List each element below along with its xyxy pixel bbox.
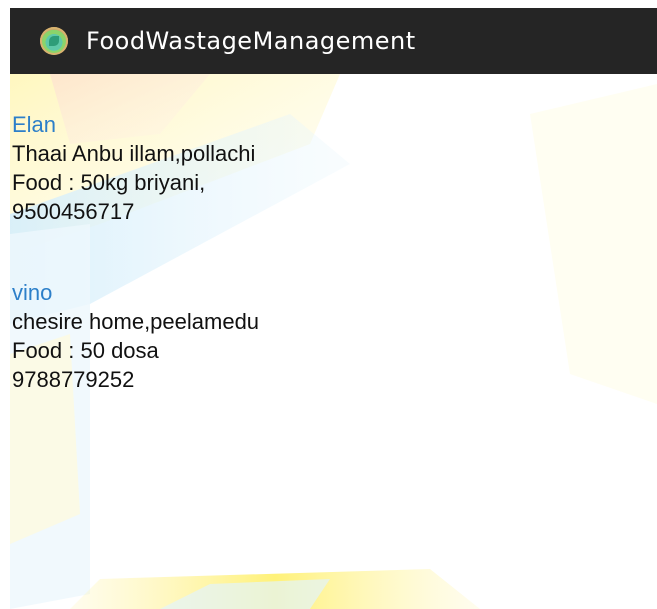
logo-leaf-icon bbox=[49, 36, 59, 46]
donor-address: chesire home,peelamedu bbox=[12, 309, 260, 334]
donation-entry[interactable]: vino chesire home,peelamedu Food : 50 do… bbox=[12, 278, 259, 394]
donor-name: Elan bbox=[12, 112, 57, 137]
donation-list[interactable]: Elan Thaai Anbu illam,pollachi Food : 50… bbox=[10, 74, 657, 609]
food-details: Food : 50 dosa bbox=[12, 338, 159, 363]
app-toolbar: FoodWastageManagement bbox=[10, 8, 657, 74]
screen-top-margin bbox=[0, 0, 657, 8]
food-details: Food : 50kg briyani, bbox=[12, 170, 206, 195]
phone-number: 9500456717 bbox=[12, 199, 135, 224]
phone-number: 9788779252 bbox=[12, 367, 135, 392]
app-logo-icon bbox=[40, 27, 68, 55]
app-title: FoodWastageManagement bbox=[86, 27, 416, 55]
screen-left-margin bbox=[0, 0, 10, 609]
app-screen: FoodWastageManagement Elan Thaai Anbu il… bbox=[0, 0, 657, 609]
donor-name: vino bbox=[12, 280, 53, 305]
deco-right-fade bbox=[530, 84, 657, 404]
donor-address: Thaai Anbu illam,pollachi bbox=[12, 141, 256, 166]
donation-entry[interactable]: Elan Thaai Anbu illam,pollachi Food : 50… bbox=[12, 110, 255, 226]
